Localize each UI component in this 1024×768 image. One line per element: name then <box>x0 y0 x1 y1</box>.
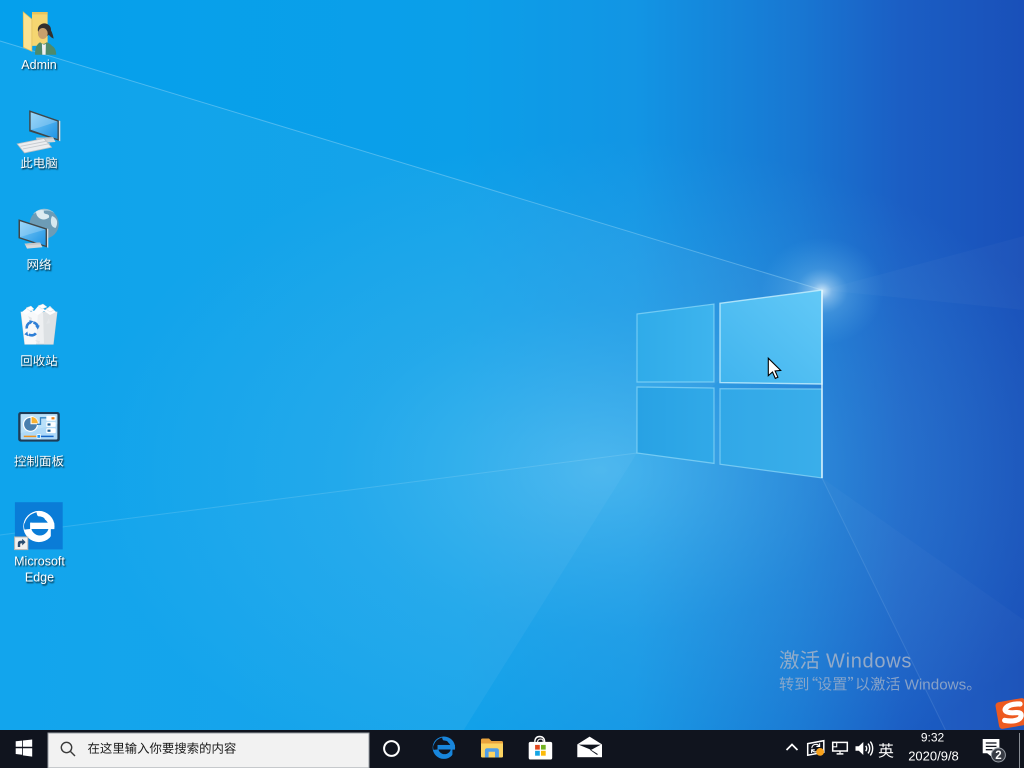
svg-text:2020/9/8: 2020/9/8 <box>908 749 959 764</box>
svg-text:Edge: Edge <box>25 571 54 585</box>
svg-text:Windows: Windows <box>826 651 912 673</box>
svg-text:Admin: Admin <box>21 58 56 72</box>
svg-text:2: 2 <box>995 750 1001 762</box>
svg-text:Microsoft: Microsoft <box>14 554 65 568</box>
svg-text:9:32: 9:32 <box>921 731 945 745</box>
svg-text:Windows: Windows <box>905 677 967 694</box>
